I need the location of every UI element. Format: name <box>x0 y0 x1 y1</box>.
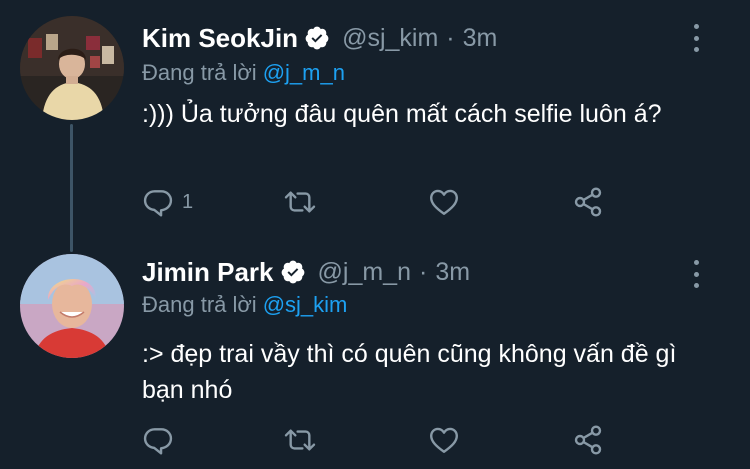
tweet-actions <box>142 422 612 458</box>
retweet-button[interactable] <box>284 422 316 458</box>
like-button[interactable] <box>428 184 460 220</box>
tweet-text: :))) Ủa tưởng đâu quên mất cách selfie l… <box>142 100 662 128</box>
more-options-icon[interactable] <box>684 260 708 288</box>
more-options-icon[interactable] <box>684 24 708 52</box>
share-button[interactable] <box>572 422 604 458</box>
share-button[interactable] <box>572 184 604 220</box>
tweet[interactable]: Jimin Park @j_m_n · 3m Đang trả lời @sj_k… <box>0 240 750 469</box>
reply-button[interactable]: 1 <box>142 184 193 220</box>
like-icon <box>430 189 458 215</box>
display-name[interactable]: Kim SeokJin <box>142 23 298 54</box>
reply-count: 1 <box>182 190 194 213</box>
avatar[interactable] <box>20 16 124 120</box>
tweet-text: :> đẹp trai vầy thì có quên cũng không v… <box>142 340 677 404</box>
like-button[interactable] <box>428 422 460 458</box>
tweet-actions: 1 <box>142 184 612 220</box>
replying-label: Đang trả lời <box>142 292 257 317</box>
tweet-timestamp[interactable]: 3m <box>435 258 470 287</box>
reply-icon <box>143 428 173 455</box>
replying-to-line: Đang trả lời @sj_kim <box>142 292 347 318</box>
display-name[interactable]: Jimin Park <box>142 257 274 288</box>
verified-badge-icon <box>280 259 306 285</box>
separator-dot: · <box>446 23 455 52</box>
tweet-timestamp[interactable]: 3m <box>463 24 498 53</box>
reply-icon <box>143 190 173 217</box>
tweet-header: Jimin Park @j_m_n · 3m <box>142 256 470 288</box>
verified-badge-icon <box>304 25 330 51</box>
retweet-button[interactable] <box>284 184 316 220</box>
mention-link[interactable]: @sj_kim <box>263 292 348 317</box>
user-handle[interactable]: @sj_kim <box>342 24 438 53</box>
tweet-header: Kim SeokJin @sj_kim · 3m <box>142 22 497 54</box>
share-icon <box>574 425 602 455</box>
replying-to-line: Đang trả lời @j_m_n <box>142 60 345 86</box>
user-handle[interactable]: @j_m_n <box>318 258 411 287</box>
retweet-icon <box>284 429 316 451</box>
like-icon <box>430 427 458 453</box>
tweet[interactable]: Kim SeokJin @sj_kim · 3m Đang trả lời @j_… <box>0 0 750 240</box>
share-icon <box>574 187 602 217</box>
separator-dot: · <box>419 257 428 286</box>
replying-label: Đang trả lời <box>142 60 257 85</box>
mention-link[interactable]: @j_m_n <box>263 60 345 85</box>
reply-button[interactable] <box>142 422 182 458</box>
retweet-icon <box>284 191 316 213</box>
avatar[interactable] <box>20 254 124 358</box>
